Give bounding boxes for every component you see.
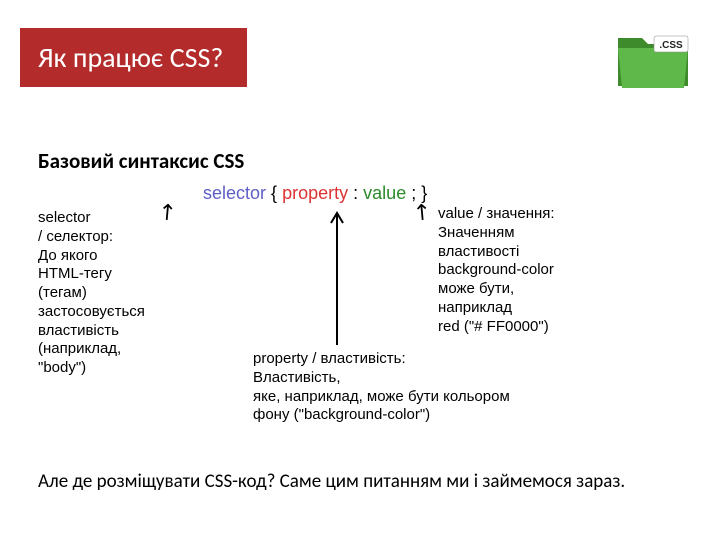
token-value: value bbox=[363, 183, 406, 203]
section-subtitle: Базовий синтаксис CSS bbox=[38, 148, 244, 174]
syntax-example: selector { property : value ; } bbox=[203, 183, 427, 204]
footer-paragraph: Але де розміщувати CSS-код? Саме цим пит… bbox=[38, 470, 658, 495]
slide-title: Як працює CSS? bbox=[38, 40, 223, 75]
property-explanation: property / властивість: Властивість, яке… bbox=[253, 350, 613, 425]
token-property: property bbox=[282, 183, 348, 203]
token-open-brace: { bbox=[271, 183, 277, 203]
token-colon: : bbox=[353, 183, 358, 203]
slide-title-box: Як працює CSS? bbox=[20, 28, 247, 87]
token-semicolon: ; bbox=[411, 183, 416, 203]
syntax-diagram: selector { property : value ; } ↗ ↗ sele… bbox=[38, 175, 658, 455]
value-explanation: value / значення: Значенням властивості … bbox=[438, 205, 658, 336]
css-folder-icon: .CSS bbox=[614, 30, 692, 92]
logo-label: .CSS bbox=[659, 40, 683, 51]
token-selector: selector bbox=[203, 183, 266, 203]
arrow-icon bbox=[328, 207, 346, 347]
selector-explanation: selector / селектор: До якого HTML-тегу … bbox=[38, 209, 163, 378]
